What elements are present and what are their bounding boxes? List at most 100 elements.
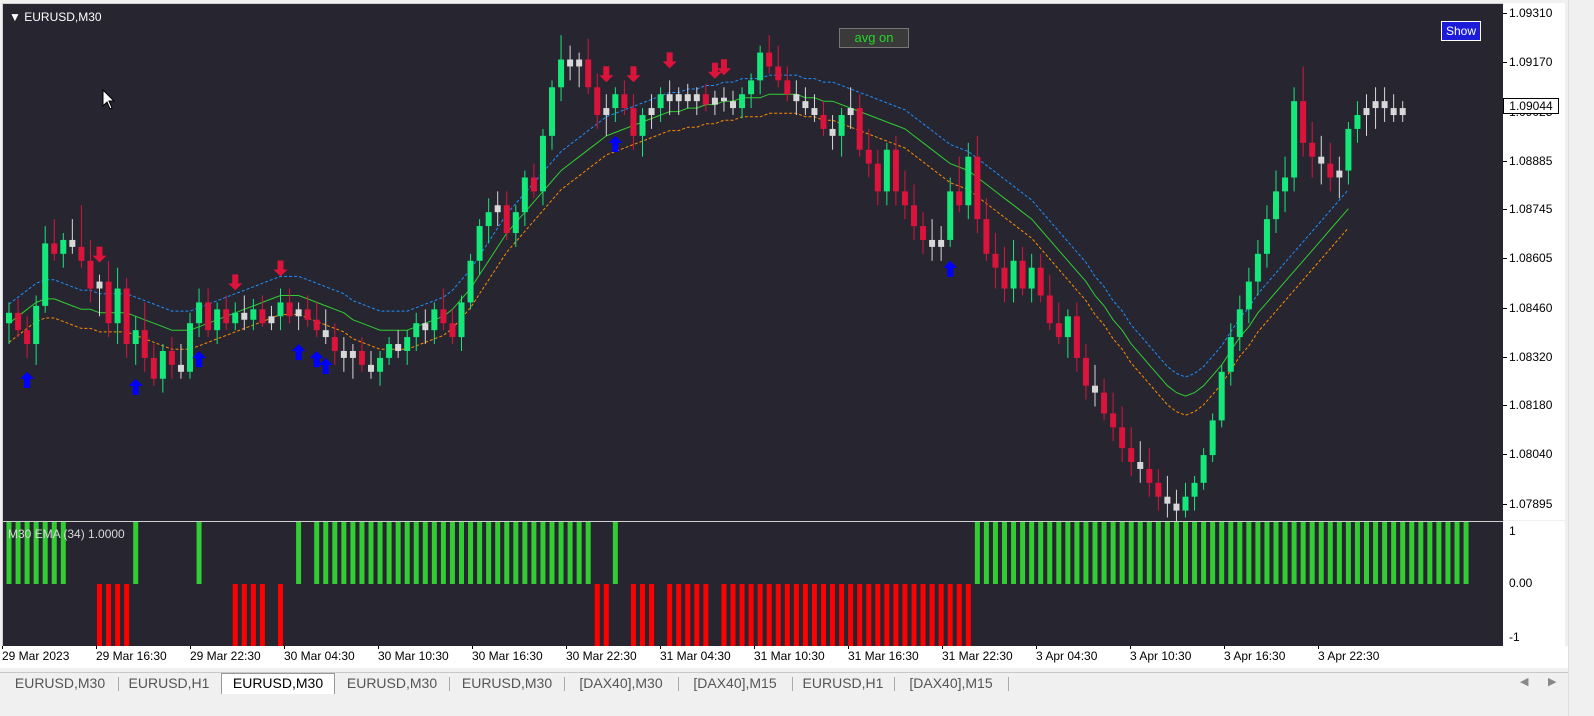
histogram-bar-negative: [685, 584, 691, 646]
time-axis-tick: [1318, 646, 1319, 649]
sell-arrow-icon: [599, 66, 614, 83]
avg-toggle-button[interactable]: avg on: [839, 28, 909, 48]
candle-body: [78, 246, 85, 261]
candle-body: [883, 149, 890, 192]
candle-body: [6, 312, 12, 324]
candle-body: [304, 309, 311, 320]
candle-body: [1282, 177, 1289, 192]
candle-body: [60, 239, 67, 254]
candle-body: [693, 94, 700, 102]
histogram-bar-positive: [196, 522, 202, 584]
histogram-bar-negative: [893, 584, 899, 646]
candle-body: [1345, 128, 1352, 171]
candle-body: [1300, 101, 1307, 143]
tab-eurusd-m30[interactable]: EURUSD,M30: [451, 674, 563, 693]
chart-symbol-title: ▼ EURUSD,M30: [9, 10, 102, 24]
vertical-scrollbar[interactable]: [1568, 0, 1594, 716]
time-axis-tick: [190, 646, 191, 649]
histogram-bar-positive: [540, 522, 546, 584]
time-axis-label: 29 Mar 2023: [2, 649, 70, 663]
status-strip: [0, 694, 1568, 716]
time-axis-tick: [566, 646, 567, 649]
indicator-title: M30 EMA (34) 1.0000: [8, 527, 125, 541]
tab-dax40-m15[interactable]: [DAX40],M15: [680, 674, 790, 693]
histogram-bar-positive: [1155, 522, 1161, 584]
histogram-bar-positive: [1345, 522, 1351, 584]
time-axis-tick: [848, 646, 849, 649]
histogram-bar-positive: [1047, 522, 1053, 584]
tab-eurusd-h1[interactable]: EURUSD,H1: [120, 674, 218, 693]
histogram-bar-negative: [830, 584, 836, 646]
tab-scroll-left-icon[interactable]: ◀: [1520, 675, 1528, 688]
histogram-bar-positive: [1038, 522, 1044, 584]
time-axis-label: 3 Apr 10:30: [1130, 649, 1192, 663]
candle-body: [1082, 357, 1089, 386]
histogram-bar-negative: [278, 584, 283, 646]
sell-arrow-icon: [228, 274, 243, 291]
tab-eurusd-h1[interactable]: EURUSD,H1: [794, 674, 892, 693]
histogram-bar-positive: [477, 522, 483, 584]
tab-eurusd-m30[interactable]: EURUSD,M30: [4, 674, 116, 693]
tab-separator: [564, 677, 565, 691]
histogram-bar-positive: [350, 522, 356, 584]
main-chart-area[interactable]: ▼ EURUSD,M30 avg on Show: [2, 3, 1504, 522]
candle-body: [141, 330, 148, 358]
indicator-axis-label: 0.00: [1509, 576, 1533, 590]
histogram-bar-negative: [920, 584, 926, 646]
show-button[interactable]: Show: [1441, 21, 1481, 41]
time-axis-label: 30 Mar 16:30: [472, 649, 543, 663]
candle-body: [1254, 253, 1261, 282]
candle-body: [1137, 462, 1144, 469]
candle-body: [938, 239, 945, 247]
histogram-bar-negative: [241, 584, 247, 646]
candle-body: [630, 108, 637, 136]
price-axis-label: 1.08040: [1509, 447, 1553, 462]
candle-body: [521, 177, 528, 213]
time-axis-tick: [1224, 646, 1225, 649]
tab-scroll-right-icon[interactable]: ▶: [1548, 675, 1556, 688]
histogram-bar-negative: [875, 584, 881, 646]
histogram-bar-negative: [766, 584, 772, 646]
tab-eurusd-m30-active[interactable]: EURUSD,M30: [221, 673, 335, 695]
candle-body: [1119, 427, 1126, 449]
candle-body: [1173, 503, 1180, 511]
histogram-bar-positive: [377, 522, 383, 584]
histogram-bar-negative: [594, 584, 600, 646]
candle-body: [386, 344, 393, 358]
candle-body: [1055, 323, 1062, 338]
histogram-bar-positive: [1246, 522, 1252, 584]
histogram-bar-negative: [802, 584, 808, 646]
tab-dax40-m15[interactable]: [DAX40],M15: [896, 674, 1006, 693]
histogram-bar-positive: [983, 522, 989, 584]
candle-body: [1318, 156, 1325, 164]
candle-body: [96, 281, 103, 289]
dropdown-triangle-icon[interactable]: ▼: [9, 10, 21, 24]
time-axis-tick: [942, 646, 943, 649]
candle-body: [114, 288, 121, 324]
indicator-subwindow[interactable]: M30 EMA (34) 1.0000: [2, 521, 1504, 648]
histogram-chart: [6, 522, 1469, 646]
histogram-bar-positive: [431, 522, 437, 584]
histogram-bar-negative: [676, 584, 682, 646]
histogram-bar-positive: [1445, 522, 1451, 584]
candle-body: [51, 243, 58, 254]
time-axis-label: 31 Mar 22:30: [942, 649, 1013, 663]
tab-eurusd-m30[interactable]: EURUSD,M30: [336, 674, 448, 693]
histogram-bar-positive: [549, 522, 555, 584]
histogram-bar-negative: [106, 584, 112, 646]
histogram-bar-positive: [1201, 522, 1207, 584]
candle-body: [847, 108, 854, 116]
candle-body: [920, 226, 927, 240]
candle-body: [449, 323, 456, 338]
tab-dax40-m30[interactable]: [DAX40],M30: [566, 674, 676, 693]
price-axis-label: 1.08180: [1509, 398, 1553, 413]
time-axis-tick: [378, 646, 379, 649]
histogram-bar-negative: [775, 584, 781, 646]
histogram-bar-positive: [1418, 522, 1424, 584]
candle-body: [639, 115, 646, 136]
histogram-bar-negative: [630, 584, 636, 646]
histogram-bar-positive: [585, 522, 591, 584]
time-axis-label: 30 Mar 04:30: [284, 649, 355, 663]
candle-body: [1399, 108, 1406, 116]
candle-body: [730, 101, 736, 109]
